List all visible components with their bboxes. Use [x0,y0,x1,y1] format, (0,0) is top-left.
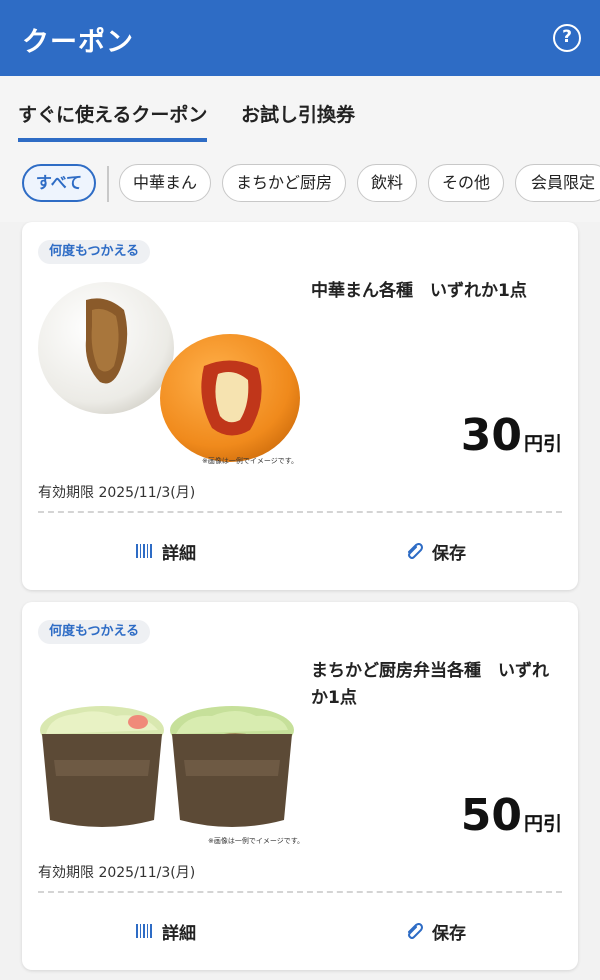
chip-divider [107,166,109,202]
barcode-icon [136,544,152,558]
barcode-icon [136,924,152,938]
coupon-card[interactable]: 何度もつかえる ※画像は一例でイメージです。 まちかど厨房弁当各種 いずれか1点… [22,602,578,970]
page-title: クーポン [22,27,134,58]
tab-trial-vouchers[interactable]: お試し引換券 [241,100,355,127]
filter-chip-all[interactable]: すべて [22,164,96,202]
detail-button[interactable]: 詳細 [136,918,196,944]
chukaman-image [38,282,300,462]
save-label: 保存 [432,923,466,944]
expiry-date: 有効期限 2025/11/3(月) [38,865,196,881]
discount-unit: 円引 [523,433,562,455]
detail-button[interactable]: 詳細 [136,538,196,564]
detail-label: 詳細 [162,543,196,564]
filter-chip-bar: すべて 中華まん まちかど厨房 飲料 その他 会員限定 [0,142,600,222]
filter-chip-drinks[interactable]: 飲料 [357,164,417,202]
discount-value: 30 [460,410,522,461]
card-divider [38,511,562,513]
product-name: まちかど厨房弁当各種 いずれか1点 [311,661,549,708]
product-name: 中華まん各種 いずれか1点 [311,281,527,301]
discount-unit: 円引 [523,813,562,835]
tab-available-coupons[interactable]: すぐに使えるクーポン [18,100,207,127]
bento-image [40,706,294,827]
save-label: 保存 [432,543,466,564]
reusable-badge: 何度もつかえる [38,620,151,644]
paperclip-icon [408,923,423,939]
filter-chip-members[interactable]: 会員限定 [515,164,600,202]
save-button[interactable]: 保存 [406,538,466,564]
filter-chip-chukaman[interactable]: 中華まん [119,164,211,202]
expiry-date: 有効期限 2025/11/3(月) [38,485,196,501]
image-disclaimer: ※画像は一例でイメージです。 [202,457,299,465]
card-divider [38,891,562,893]
tab-bar: すぐに使えるクーポン お試し引換券 [0,76,600,142]
discount-value: 50 [460,790,522,841]
filter-chip-machikado[interactable]: まちかど厨房 [222,164,346,202]
save-button[interactable]: 保存 [406,918,466,944]
filter-chip-other[interactable]: その他 [428,164,504,202]
discount-amount: 30 円引 [461,410,562,461]
discount-amount: 50 円引 [461,790,562,841]
detail-label: 詳細 [162,923,196,944]
image-disclaimer: ※画像は一例でイメージです。 [208,837,305,845]
reusable-badge: 何度もつかえる [38,240,151,264]
help-icon[interactable]: ? [553,24,581,52]
paperclip-icon [408,543,423,559]
app-header: クーポン ? [0,0,600,76]
coupon-card[interactable]: 何度もつかえる ※画像は一例でイメージです。 中華まん各種 いずれか1点 30 円… [22,222,578,590]
